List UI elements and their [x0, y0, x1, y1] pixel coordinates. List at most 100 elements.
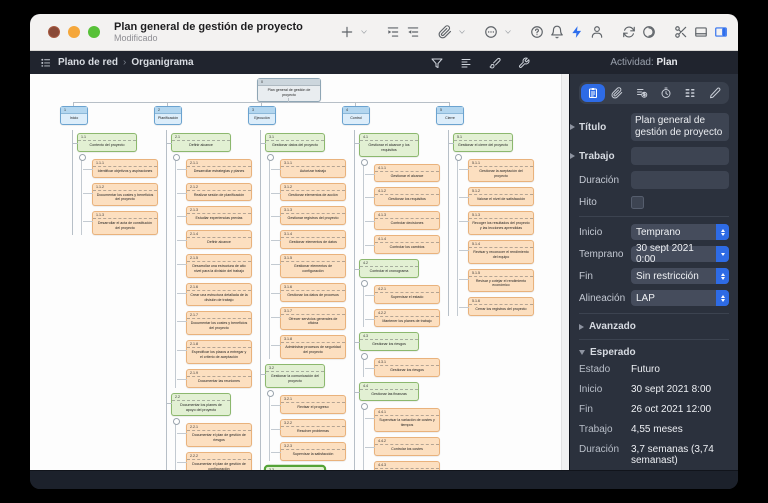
tab-finance[interactable]: [630, 84, 654, 102]
chart-node-4.1[interactable]: 4.1Gestionar el alcance y los requisitos: [359, 133, 419, 157]
chart-node-3.3[interactable]: 3.3Gestionar el rendimiento del equipo: [265, 466, 325, 470]
chart-node-4.4.3[interactable]: 4.4.3Mantener el plan económico: [374, 461, 440, 471]
tab-columns[interactable]: [678, 84, 702, 102]
temprano-date-combo[interactable]: 30 sept 2021 0:00: [631, 246, 729, 262]
chart-node-2.1.2[interactable]: 2.1.2Realizar sesión de planificación: [186, 183, 252, 202]
chart-node-2.2.1[interactable]: 2.2.1Documentar el plan de gestión de ri…: [186, 423, 252, 447]
tab-info[interactable]: [581, 84, 605, 102]
chart-node-3.2.1[interactable]: 3.2.1Revisar el progreso: [280, 395, 346, 414]
chart-node-3.1.2[interactable]: 3.1.2Gestionar elementos de acción: [280, 183, 346, 202]
chart-node-5.1.5[interactable]: 5.1.5Revisar y cotejar el rendimiento ec…: [468, 269, 534, 293]
refresh-icon[interactable]: [622, 25, 636, 39]
chart-node-4.4.2[interactable]: 4.4.2Controlar los costes: [374, 437, 440, 456]
zoom-button[interactable]: [88, 26, 100, 38]
brush-icon[interactable]: [489, 57, 501, 69]
chart-node-3.1.3[interactable]: 3.1.3Gestionar registros del proyecto: [280, 206, 346, 225]
chart-node-3.2.2[interactable]: 3.2.2Resolver problemas: [280, 419, 346, 438]
chart-node-4.2.2[interactable]: 4.2.2Mantener los planes de trabajo: [374, 309, 440, 328]
more-circle-icon[interactable]: [484, 25, 498, 39]
chart-node-5[interactable]: 5Cierre: [436, 106, 464, 125]
chart-node-1.1[interactable]: 1.1Contexto del proyecto: [77, 133, 137, 152]
chart-node-2.1.3[interactable]: 2.1.3Estudiar experiencias previas: [186, 206, 252, 225]
tab-attachments[interactable]: [605, 84, 629, 102]
bell-icon[interactable]: [550, 25, 564, 39]
tab-edit[interactable]: [703, 84, 727, 102]
chart-node-4.1.2[interactable]: 4.1.2Gestionar los requisitos: [374, 187, 440, 206]
titulo-input[interactable]: Plan general de gestión de proyecto: [631, 113, 729, 141]
chart-node-1.1.3[interactable]: 1.1.3Desarrollar el acta de constitución…: [92, 211, 158, 235]
chart-node-1.1.2[interactable]: 1.1.2Documentar los costes y beneficios …: [92, 183, 158, 207]
chart-node-3.1.8[interactable]: 3.1.8Administrar procesos de seguridad d…: [280, 335, 346, 359]
breadcrumb-item[interactable]: Plano de red: [58, 57, 118, 68]
plus-icon[interactable]: [340, 25, 354, 39]
scrollbar-track[interactable]: [561, 74, 569, 470]
chart-node-2.1.9[interactable]: 2.1.9Documentar las reuniones: [186, 369, 252, 388]
panel-bottom-icon[interactable]: [694, 25, 708, 39]
chart-node-5.1.1[interactable]: 5.1.1Gestionar la aceptación del proyect…: [468, 159, 534, 183]
disclosure-right-icon[interactable]: [570, 124, 575, 130]
person-icon[interactable]: [590, 25, 604, 39]
chart-node-3.2.3[interactable]: 3.2.3Supervisar la satisfacción: [280, 442, 346, 461]
chart-node-4[interactable]: 4Control: [342, 106, 370, 125]
chart-node-5.1[interactable]: 5.1Gestionar el cierre del proyecto: [453, 133, 513, 152]
avanzado-section[interactable]: Avanzado: [579, 321, 729, 332]
tab-time[interactable]: [654, 84, 678, 102]
duracion-input[interactable]: [631, 171, 729, 189]
progress-icon[interactable]: [642, 25, 656, 39]
paperclip-icon[interactable]: [438, 25, 452, 39]
inicio-select[interactable]: Temprano: [631, 224, 729, 240]
chart-node-5.1.2[interactable]: 5.1.2Valorar el nivel de satisfacción: [468, 187, 534, 206]
chart-node-4.2[interactable]: 4.2Controlar el cronograma: [359, 259, 419, 278]
chevron-down-icon[interactable]: [504, 28, 512, 36]
scissors-icon[interactable]: [674, 25, 688, 39]
wrench-icon[interactable]: [518, 57, 530, 69]
chart-node-5.1.4[interactable]: 5.1.4Revisar y reconocer el rendimiento …: [468, 240, 534, 264]
chevron-down-icon[interactable]: [458, 28, 466, 36]
org-view-icon[interactable]: [40, 57, 51, 68]
fin-select[interactable]: Sin restricción: [631, 268, 729, 284]
chart-node-2[interactable]: 2Planificación: [154, 106, 182, 125]
filter-icon[interactable]: [431, 57, 443, 69]
trabajo-input[interactable]: [631, 147, 729, 165]
breadcrumb[interactable]: Plano de red›Organigrama: [58, 57, 194, 68]
chart-node-2.1.5[interactable]: 2.1.5Desarrollar una estructura de alto …: [186, 254, 252, 278]
alineacion-select[interactable]: LAP: [631, 290, 729, 306]
chart-node-3.1.5[interactable]: 3.1.5Gestionar elementos de configuració…: [280, 254, 346, 278]
chart-node-2.1.8[interactable]: 2.1.8Especificar los plazos a entregar y…: [186, 340, 252, 364]
chart-node-5.1.3[interactable]: 5.1.3Recoger los resultados del proyecto…: [468, 211, 534, 235]
help-circle-icon[interactable]: [530, 25, 544, 39]
chart-node-4.3.1[interactable]: 4.3.1Gestionar los riesgos: [374, 358, 440, 377]
minimize-button[interactable]: [68, 26, 80, 38]
indent-icon[interactable]: [386, 25, 400, 39]
chart-node-2.1.4[interactable]: 2.1.4Definir alcance: [186, 230, 252, 249]
chart-node-2.1.1[interactable]: 2.1.1Desarrollar estrategias y planes: [186, 159, 252, 178]
chart-node-3.1.6[interactable]: 3.1.6Gestionar los datos de procesos: [280, 283, 346, 302]
chart-node-2.1[interactable]: 2.1Definir alcance: [171, 133, 231, 152]
close-button[interactable]: [48, 26, 60, 38]
chart-node-4.1.3[interactable]: 4.1.3Controlar decisiones: [374, 211, 440, 230]
chart-node-5.1.6[interactable]: 5.1.6Cerrar los registros del proyecto: [468, 297, 534, 316]
chart-node-3.1.1[interactable]: 3.1.1Autorizar trabajo: [280, 159, 346, 178]
chevron-down-icon[interactable]: [360, 28, 368, 36]
chart-node-0[interactable]: 0Plan general de gestión de proyecto: [257, 78, 321, 102]
chart-node-2.2[interactable]: 2.2Documentar los planes de apoyo del pr…: [171, 393, 231, 417]
chart-node-4.4[interactable]: 4.4Gestionar las finanzas: [359, 382, 419, 401]
chart-node-4.1.4[interactable]: 4.1.4Controlar los cambios: [374, 235, 440, 254]
chart-node-3.2[interactable]: 3.2Gestionar la comunicación del proyect…: [265, 364, 325, 388]
breadcrumb-item[interactable]: Organigrama: [131, 57, 193, 68]
chart-node-2.1.7[interactable]: 2.1.7Documentar los costes y beneficios …: [186, 311, 252, 335]
org-chart-canvas[interactable]: 0Plan general de gestión de proyecto 1Ini…: [30, 74, 570, 470]
esperado-section[interactable]: Esperado: [579, 347, 729, 358]
chart-node-4.4.1[interactable]: 4.4.1Supervisar la variación de costes y…: [374, 408, 440, 432]
chart-node-3[interactable]: 3Ejecución: [248, 106, 276, 125]
chart-node-1.1.1[interactable]: 1.1.1Identificar objetivos y aspiracione…: [92, 159, 158, 178]
chart-node-3.1.7[interactable]: 3.1.7Ofrecer servicios generales de ofic…: [280, 307, 346, 331]
chart-node-2.1.6[interactable]: 2.1.6Crear una estructura detallada de l…: [186, 283, 252, 307]
chart-node-4.1.1[interactable]: 4.1.1Gestionar el alcance: [374, 164, 440, 183]
chart-node-1[interactable]: 1Inicio: [60, 106, 88, 125]
align-icon[interactable]: [460, 57, 472, 69]
outdent-icon[interactable]: [406, 25, 420, 39]
chart-node-4.2.1[interactable]: 4.2.1Supervisar el estado: [374, 285, 440, 304]
hito-checkbox[interactable]: [631, 196, 644, 209]
chart-node-3.1[interactable]: 3.1Gestionar datos del proyecto: [265, 133, 325, 152]
